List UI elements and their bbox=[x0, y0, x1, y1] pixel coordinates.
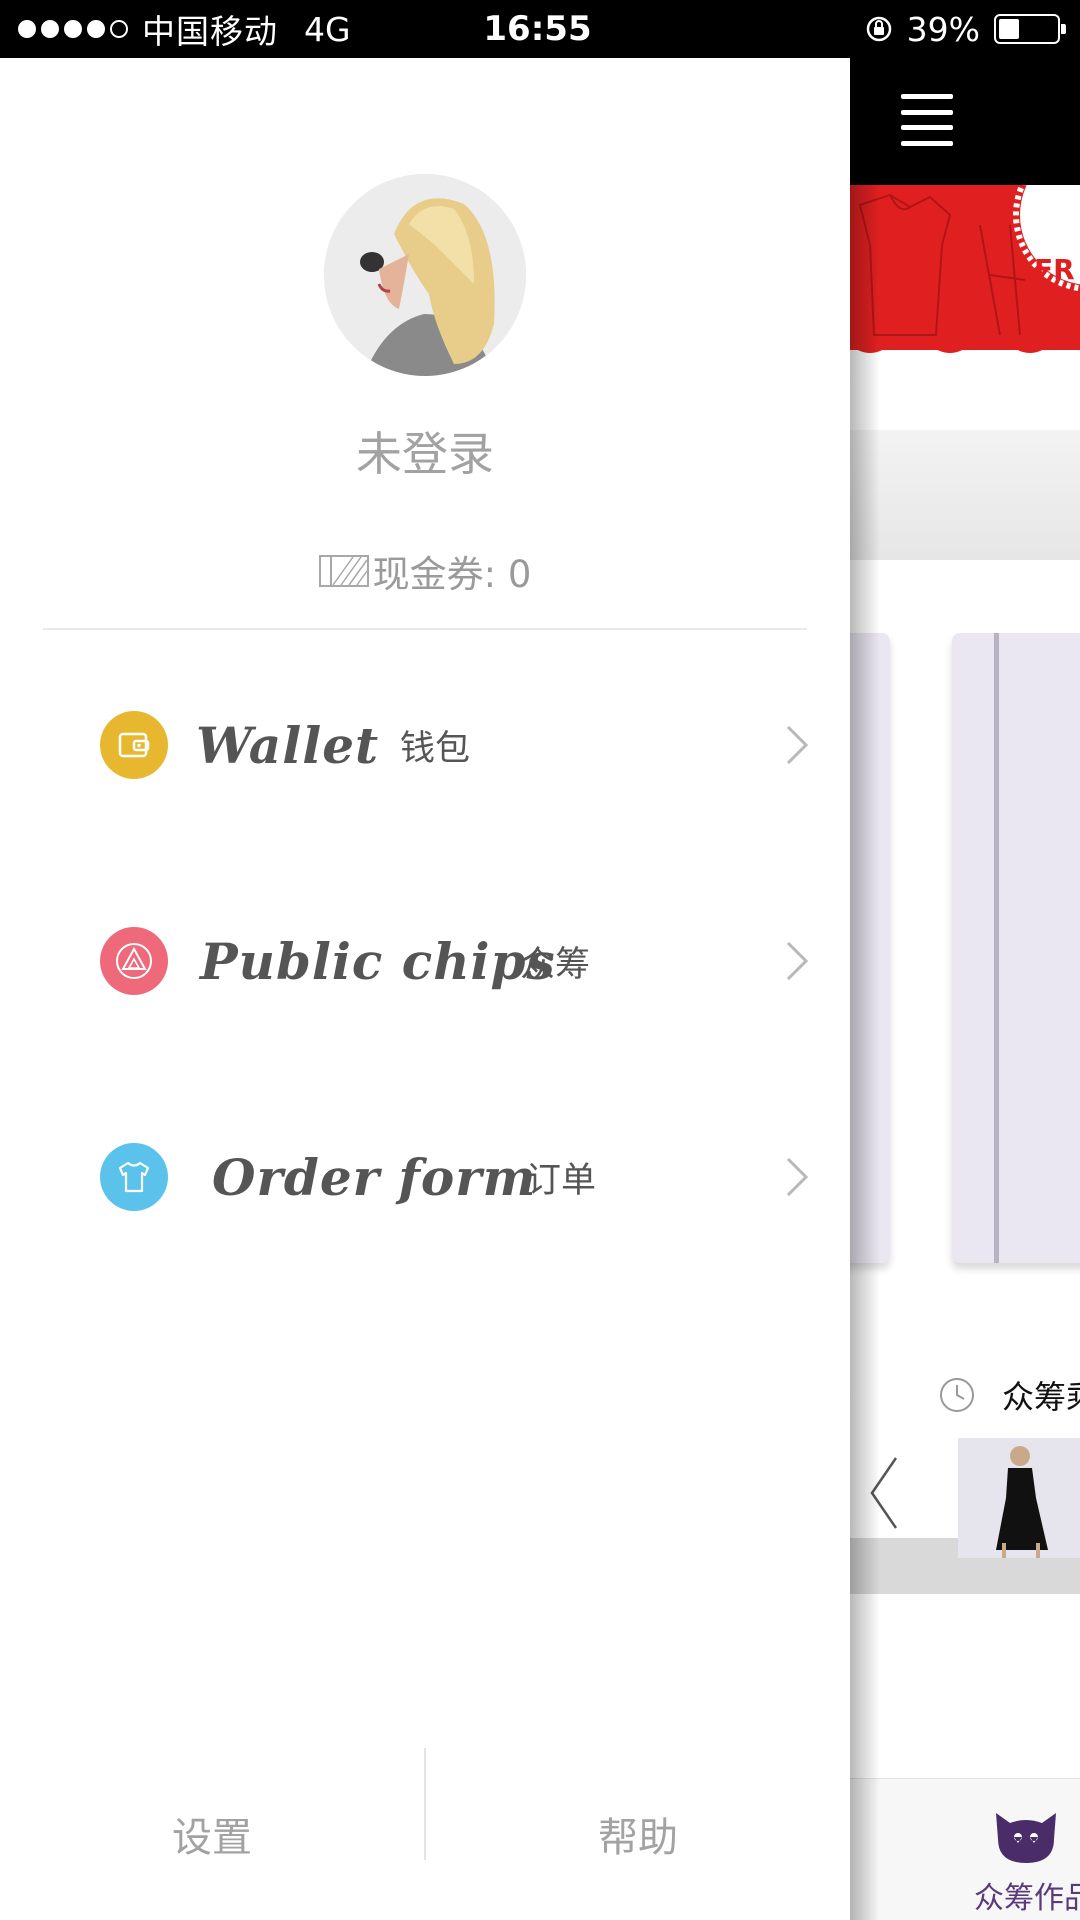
menu-icon[interactable] bbox=[901, 94, 953, 146]
divider bbox=[43, 628, 807, 630]
status-bar: 中国移动 4G 16:55 39% bbox=[0, 0, 1080, 58]
top-bar bbox=[850, 58, 1080, 185]
menu-item-wallet[interactable]: Wallet 钱包 bbox=[0, 690, 850, 800]
dress-photo bbox=[958, 1438, 1080, 1558]
side-drawer: 未登录 现金券: 0 Wallet 钱包 Public chips 众筹 Ord… bbox=[0, 58, 850, 1920]
rotation-lock-icon bbox=[866, 16, 891, 42]
help-button[interactable]: 帮助 bbox=[426, 1748, 850, 1920]
coupon-row[interactable]: 现金券: 0 bbox=[0, 544, 850, 598]
coupon-label: 现金券: 0 bbox=[372, 553, 532, 596]
status-right: 39% bbox=[865, 0, 1066, 58]
wallet-icon bbox=[100, 711, 168, 779]
cat-icon[interactable] bbox=[992, 1809, 1060, 1867]
chevron-right-icon bbox=[786, 941, 809, 981]
menu-item-orders[interactable]: Order form 订单 bbox=[0, 1122, 850, 1232]
coupon-icon bbox=[318, 555, 369, 587]
login-status[interactable]: 未登录 bbox=[0, 418, 850, 484]
avatar-photo bbox=[324, 174, 526, 376]
chevron-right-icon bbox=[786, 1157, 809, 1197]
tshirt-icon bbox=[100, 1143, 168, 1211]
bottom-tab-bar: 众筹作品 bbox=[850, 1778, 1080, 1920]
settings-button[interactable]: 设置 bbox=[0, 1748, 424, 1920]
menu-label-cn: 众筹 bbox=[520, 944, 591, 985]
menu-label-cn: 钱包 bbox=[400, 728, 471, 769]
chevron-right-icon bbox=[786, 725, 809, 765]
product-card[interactable] bbox=[952, 633, 1080, 1263]
clock-icon bbox=[940, 1378, 974, 1412]
menu-label-en: Order form bbox=[212, 1147, 537, 1207]
drawer-shadow bbox=[850, 58, 880, 1920]
menu-label-en: Wallet bbox=[196, 715, 380, 775]
tab-crowdfunding-works[interactable]: 众筹作品 bbox=[974, 1873, 1080, 1917]
product-thumbnail[interactable] bbox=[958, 1438, 1080, 1558]
battery-icon bbox=[994, 14, 1066, 44]
triangles-icon bbox=[100, 927, 168, 995]
banner-text: FR bbox=[1034, 253, 1075, 286]
menu-item-crowdfunding[interactable]: Public chips 众筹 bbox=[0, 906, 850, 1016]
menu-label-cn: 订单 bbox=[526, 1160, 597, 1201]
drawer-bottom-bar: 设置 帮助 bbox=[0, 1748, 850, 1920]
battery-percent: 39% bbox=[906, 9, 980, 49]
main-content[interactable]: FR 众筹乘 众筹作品 bbox=[850, 58, 1080, 1920]
gray-strip bbox=[850, 430, 1080, 560]
crowdfunding-text: 众筹乘 bbox=[1002, 1378, 1080, 1416]
menu-label-en: Public chips bbox=[200, 931, 556, 991]
avatar[interactable] bbox=[324, 174, 526, 376]
crowdfunding-row[interactable]: 众筹乘 bbox=[938, 1372, 1080, 1418]
